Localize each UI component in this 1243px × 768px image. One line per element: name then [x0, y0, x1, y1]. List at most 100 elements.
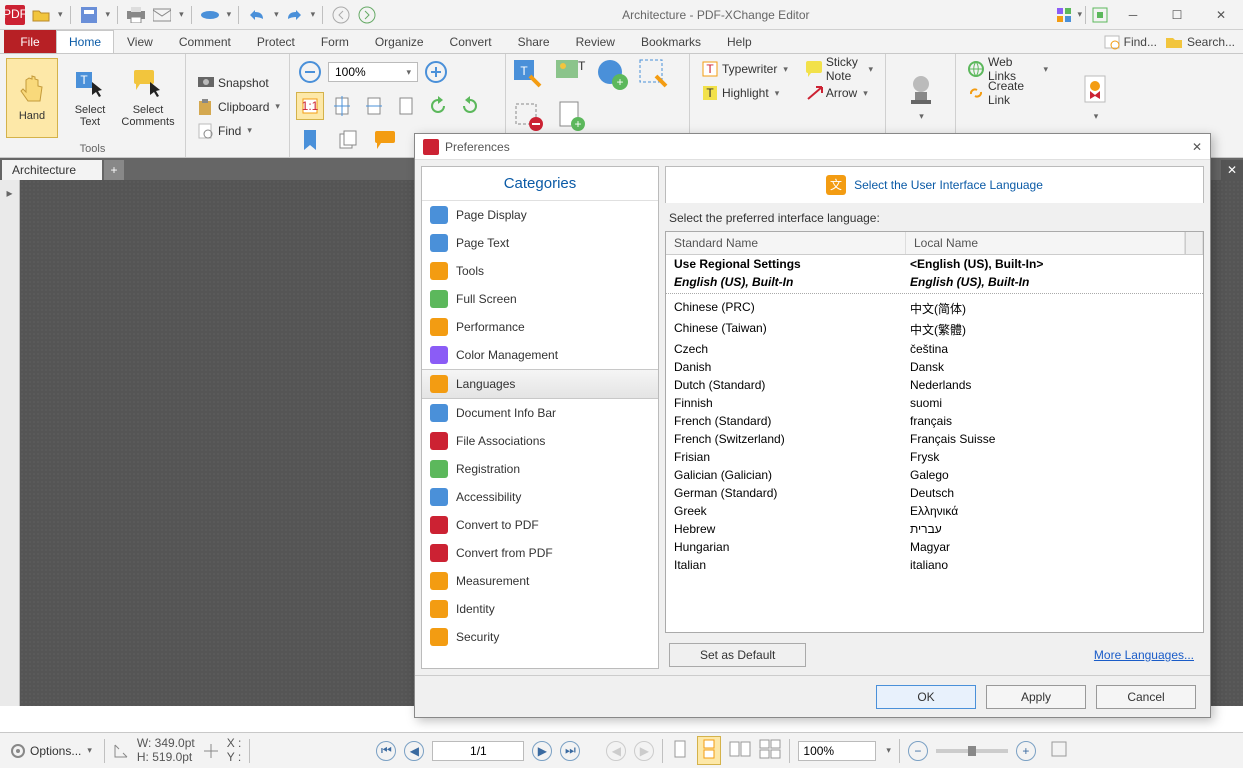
typewriter-button[interactable]: TTypewriter▾	[696, 58, 794, 80]
first-page-button[interactable]: ⏮	[376, 741, 396, 761]
language-row[interactable]: Chinese (PRC)中文(简体)	[666, 298, 1203, 319]
close-tab-button[interactable]: ✕	[1221, 160, 1243, 180]
language-row[interactable]: FrisianFrysk	[666, 448, 1203, 466]
language-row[interactable]: GreekΕλληνικά	[666, 502, 1203, 520]
web-links-button[interactable]: Web Links▾	[962, 58, 1054, 80]
comment-icon[interactable]	[372, 126, 400, 154]
ok-button[interactable]: OK	[876, 685, 976, 709]
continuous-view-button[interactable]	[697, 736, 721, 765]
language-row[interactable]: Czechčeština	[666, 340, 1203, 358]
rotate-cw-button[interactable]	[456, 92, 484, 120]
menu-tab-organize[interactable]: Organize	[362, 30, 437, 53]
menu-tab-share[interactable]: Share	[505, 30, 563, 53]
category-item[interactable]: Tools	[422, 257, 658, 285]
find-button[interactable]: Find▾	[192, 120, 286, 142]
create-link-button[interactable]: Create Link	[962, 82, 1054, 104]
category-item[interactable]: File Associations	[422, 427, 658, 455]
language-list[interactable]: Use Regional Settings <English (US), Bui…	[666, 255, 1203, 632]
add-object-icon[interactable]: +	[596, 58, 632, 94]
last-page-button[interactable]: ⏭	[560, 741, 580, 761]
language-row[interactable]: Chinese (Taiwan)中文(繁體)	[666, 319, 1203, 340]
zoom-input[interactable]: 100%▾	[328, 62, 418, 82]
single-page-view-button[interactable]	[671, 739, 689, 762]
zoom-out-status-button[interactable]: −	[908, 741, 928, 761]
redo-icon[interactable]	[283, 4, 305, 26]
fullscreen-status-button[interactable]	[1050, 740, 1068, 761]
select-comments-button[interactable]: Select Comments	[122, 58, 174, 138]
maximize-button[interactable]: ☐	[1155, 0, 1199, 30]
language-row[interactable]: Finnishsuomi	[666, 394, 1203, 412]
category-item[interactable]: Full Screen	[422, 285, 658, 313]
menu-tab-view[interactable]: View	[114, 30, 166, 53]
category-item[interactable]: Registration	[422, 455, 658, 483]
left-pane-toggle[interactable]: ▸	[0, 180, 20, 706]
language-row[interactable]: DanishDansk	[666, 358, 1203, 376]
menu-tab-comment[interactable]: Comment	[166, 30, 244, 53]
select-text-button[interactable]: T Select Text	[64, 58, 116, 138]
category-item[interactable]: Languages	[422, 369, 658, 399]
sticky-note-button[interactable]: Sticky Note▾	[800, 58, 879, 80]
minimize-button[interactable]: ─	[1111, 0, 1155, 30]
category-item[interactable]: Performance	[422, 313, 658, 341]
language-row[interactable]: Hebrewעברית	[666, 520, 1203, 538]
nav-forward-button[interactable]: ▶	[634, 741, 654, 761]
language-row[interactable]: Dutch (Standard)Nederlands	[666, 376, 1203, 394]
language-row[interactable]: Italianitaliano	[666, 556, 1203, 574]
category-item[interactable]: Convert from PDF	[422, 539, 658, 567]
more-languages-link[interactable]: More Languages...	[1094, 648, 1200, 662]
menu-tab-protect[interactable]: Protect	[244, 30, 308, 53]
ui-options-icon[interactable]	[1053, 4, 1075, 26]
category-item[interactable]: Accessibility	[422, 483, 658, 511]
close-button[interactable]: ✕	[1199, 0, 1243, 30]
zoom-out-button[interactable]	[296, 58, 324, 86]
actual-size-button[interactable]: 1:1	[296, 92, 324, 120]
menu-tab-form[interactable]: Form	[308, 30, 362, 53]
print-icon[interactable]	[125, 4, 147, 26]
column-header-standard[interactable]: Standard Name	[666, 232, 906, 254]
arrow-button[interactable]: Arrow▾	[800, 82, 879, 104]
category-item[interactable]: Convert to PDF	[422, 511, 658, 539]
clipboard-button[interactable]: Clipboard▾	[192, 96, 286, 118]
language-row-builtin[interactable]: English (US), Built-In English (US), Bui…	[666, 273, 1203, 294]
zoom-value-input[interactable]	[798, 741, 876, 761]
language-row-regional[interactable]: Use Regional Settings <English (US), Bui…	[666, 255, 1203, 273]
zoom-slider[interactable]	[936, 749, 1008, 753]
language-row[interactable]: HungarianMagyar	[666, 538, 1203, 556]
open-icon[interactable]	[30, 4, 52, 26]
edit-image-icon[interactable]: T	[554, 58, 590, 94]
fit-width-button[interactable]	[360, 92, 388, 120]
menu-tab-review[interactable]: Review	[563, 30, 628, 53]
menu-tab-home[interactable]: Home	[56, 30, 114, 53]
language-row[interactable]: Galician (Galician)Galego	[666, 466, 1203, 484]
stamp-button[interactable]: ▾	[895, 58, 947, 138]
fit-page-button[interactable]	[328, 92, 356, 120]
nav-prev-icon[interactable]	[330, 4, 352, 26]
categories-list[interactable]: Page DisplayPage TextToolsFull ScreenPer…	[422, 201, 658, 668]
sign-button[interactable]: ▾	[1069, 58, 1121, 138]
language-row[interactable]: French (Switzerland)Français Suisse	[666, 430, 1203, 448]
hand-tool-button[interactable]: Hand	[6, 58, 58, 138]
email-icon[interactable]	[151, 4, 173, 26]
prev-page-button[interactable]: ◀	[404, 741, 424, 761]
document-tab[interactable]: Architecture	[2, 160, 102, 180]
category-item[interactable]: Measurement	[422, 567, 658, 595]
edit-text-icon[interactable]: T	[512, 58, 548, 94]
column-header-local[interactable]: Local Name	[906, 232, 1185, 254]
save-icon[interactable]	[78, 4, 100, 26]
menu-tab-bookmarks[interactable]: Bookmarks	[628, 30, 714, 53]
rotate-ccw-button[interactable]	[424, 92, 452, 120]
nav-next-icon[interactable]	[356, 4, 378, 26]
dialog-close-button[interactable]: ✕	[1192, 140, 1202, 154]
fit-visible-button[interactable]	[392, 92, 420, 120]
add-page-icon[interactable]: +	[554, 100, 590, 136]
menu-tab-help[interactable]: Help	[714, 30, 765, 53]
category-item[interactable]: Color Management	[422, 341, 658, 369]
category-item[interactable]: Security	[422, 623, 658, 651]
quick-find-button[interactable]: Find...	[1104, 34, 1157, 50]
category-item[interactable]: Document Info Bar	[422, 399, 658, 427]
zoom-in-button[interactable]	[422, 58, 450, 86]
delete-icon[interactable]	[512, 100, 548, 136]
snapshot-button[interactable]: Snapshot	[192, 72, 286, 94]
add-tab-button[interactable]: +	[104, 160, 124, 180]
two-page-continuous-button[interactable]	[759, 739, 781, 762]
